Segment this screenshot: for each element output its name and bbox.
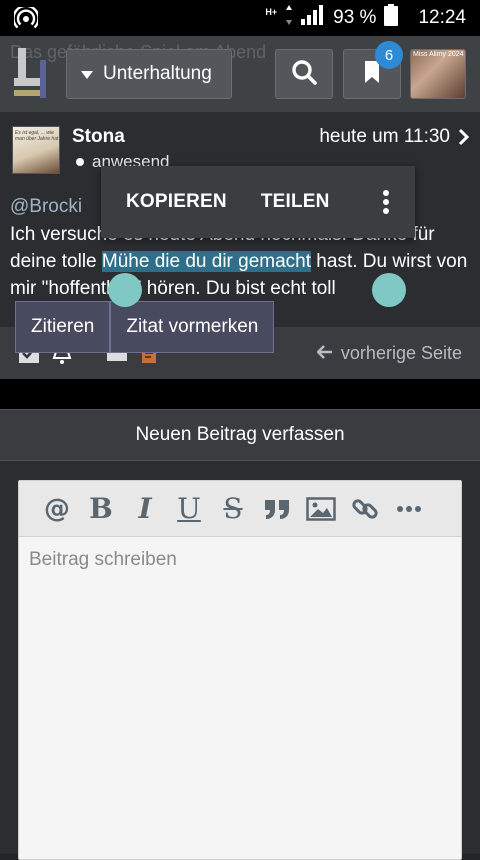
post-editor[interactable]: @ B I U S Beitrag schreiben [18, 480, 462, 860]
notification-badge: 6 [375, 41, 403, 69]
online-dot-icon [76, 158, 84, 166]
arrow-left-icon [316, 343, 333, 364]
mention-icon[interactable]: @ [35, 489, 79, 529]
hotspot-icon [12, 4, 40, 36]
selection-handle-start[interactable] [108, 273, 142, 307]
search-button[interactable] [275, 49, 333, 99]
bookmark-icon [364, 60, 380, 88]
author-name[interactable]: Stona [72, 126, 125, 148]
editor-toolbar: @ B I U S [19, 481, 461, 537]
strikethrough-icon[interactable]: S [211, 489, 255, 529]
battery-icon [384, 4, 399, 32]
bold-icon[interactable]: B [79, 489, 123, 529]
data-arrows-icon [285, 4, 293, 32]
new-post-header[interactable]: Neuen Beitrag verfassen [0, 409, 480, 461]
copy-button[interactable]: KOPIEREN [101, 191, 241, 213]
separator [0, 379, 480, 409]
share-button[interactable]: TEILEN [241, 191, 344, 213]
underline-icon[interactable]: U [167, 489, 211, 529]
logo-icon[interactable] [14, 48, 50, 98]
network-type-label: H+ [265, 6, 278, 17]
quote-button[interactable]: Zitieren [15, 301, 111, 353]
previous-page-label: vorherige Seite [340, 343, 462, 363]
italic-icon[interactable]: I [123, 489, 167, 529]
link-icon[interactable] [343, 489, 387, 529]
quote-toolbar: Zitieren Zitat vormerken [15, 301, 275, 353]
user-avatar[interactable]: Miss Alimy 2024 [410, 49, 466, 99]
mention-link[interactable]: @Brocki [10, 196, 82, 218]
more-vert-icon[interactable] [383, 190, 389, 219]
status-bar: H+ 93 % 12:24 [0, 0, 480, 36]
chevron-right-icon[interactable] [458, 128, 470, 151]
bookmark-quote-button[interactable]: Zitat vormerken [110, 301, 275, 353]
category-dropdown[interactable]: Unterhaltung [66, 49, 232, 99]
compose-area: @ B I U S Beitrag schreiben [0, 461, 480, 860]
image-icon[interactable] [299, 489, 343, 529]
selected-text[interactable]: Mühe die du dir gemacht [101, 251, 312, 272]
text-selection-menu: KOPIEREN TEILEN [101, 166, 415, 238]
selection-handle-end[interactable] [372, 273, 406, 307]
user-avatar-tag: Miss Alimy 2024 [413, 51, 464, 58]
author-avatar[interactable]: Es ist egal, ... wie man über Jahre hat [12, 126, 60, 174]
category-label: Unterhaltung [103, 63, 212, 84]
more-icon[interactable] [387, 489, 431, 529]
battery-percent: 93 % [333, 7, 377, 28]
previous-page-link[interactable]: vorherige Seite [316, 343, 462, 364]
clock: 12:24 [418, 7, 466, 28]
author-avatar-caption: Es ist egal, ... wie man über Jahre hat [15, 130, 59, 142]
quote-icon[interactable] [255, 489, 299, 529]
signal-icon [301, 5, 325, 31]
caret-down-icon [81, 63, 93, 85]
search-icon [291, 59, 317, 90]
editor-placeholder: Beitrag schreiben [29, 549, 177, 570]
app-header: Das gefährliche Spiel am Abend Unterhalt… [0, 36, 480, 112]
post-time[interactable]: heute um 11:30 [319, 126, 450, 148]
